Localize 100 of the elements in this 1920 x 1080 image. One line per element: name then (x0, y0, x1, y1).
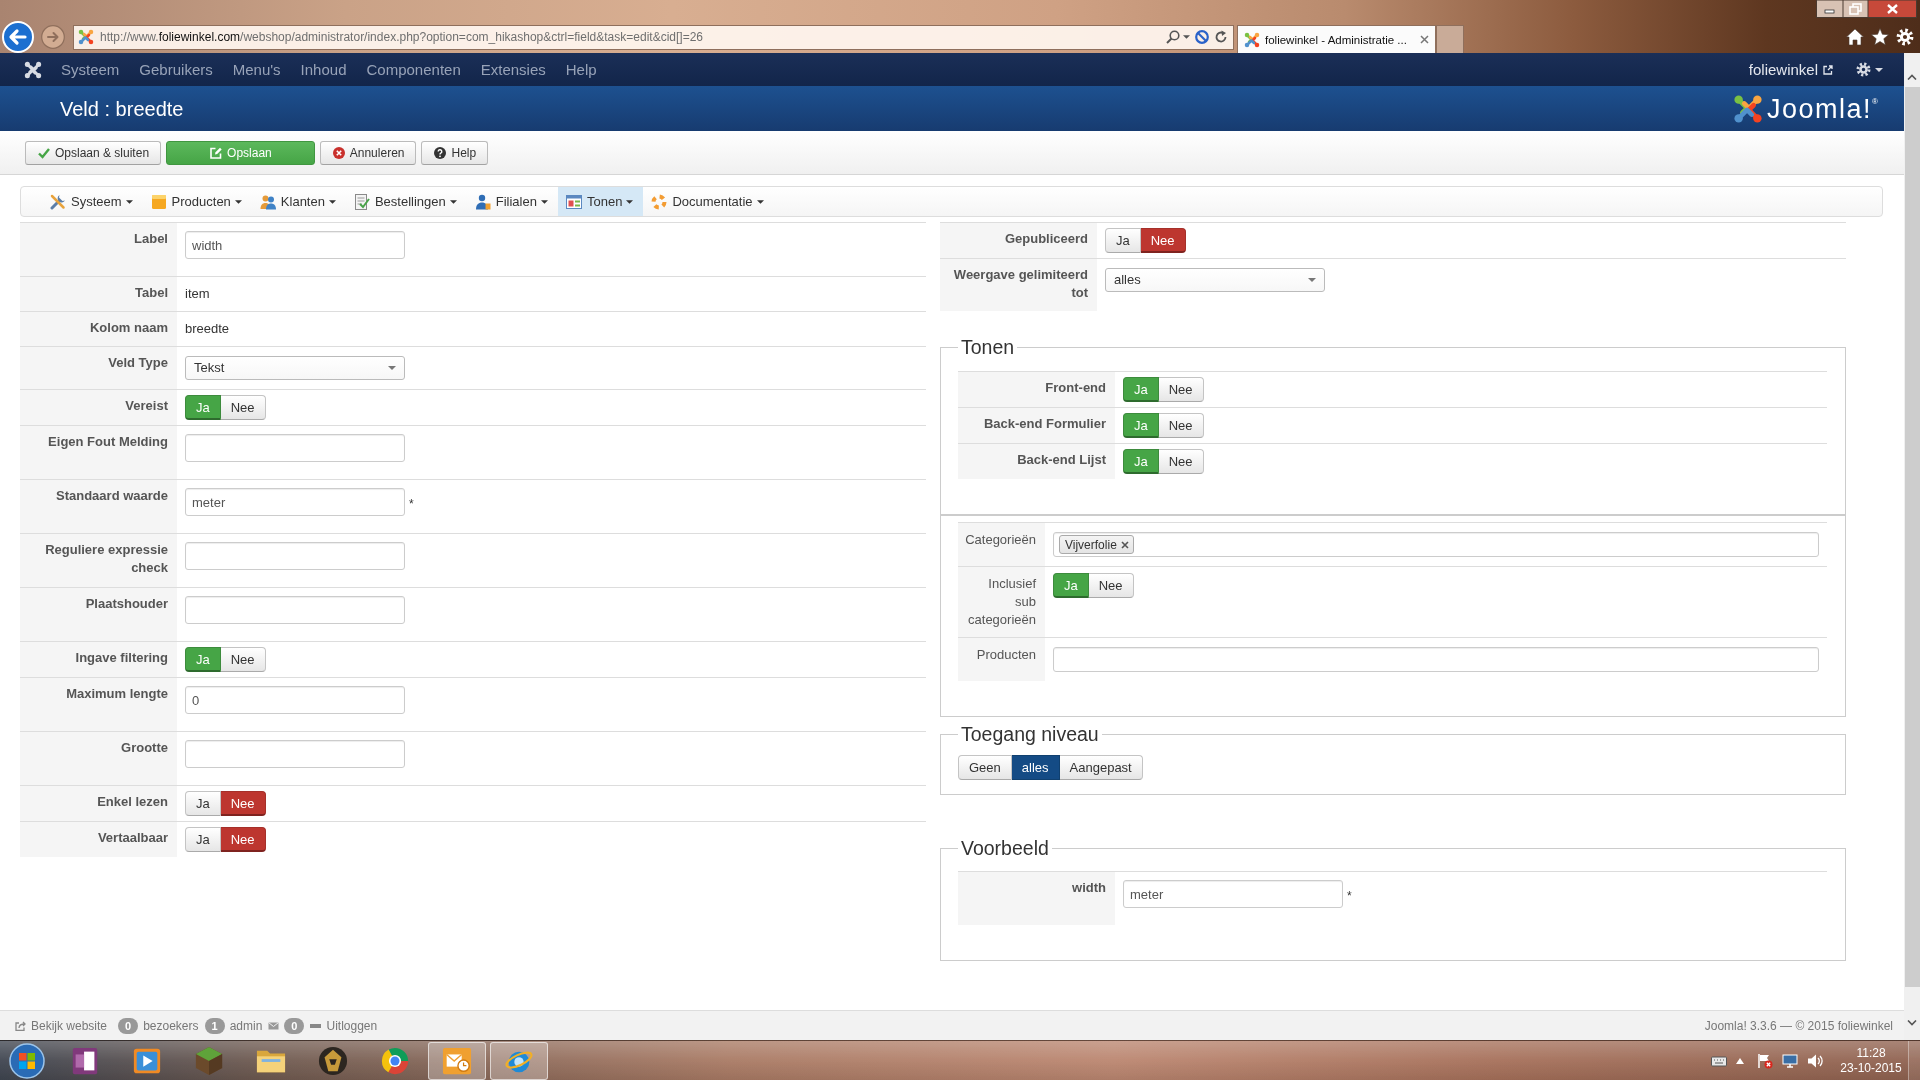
text-field[interactable]: meter (185, 488, 405, 516)
flag-icon[interactable] (1757, 1052, 1773, 1069)
field-label: Ingave filtering (75, 650, 168, 665)
text-field[interactable]: width (185, 231, 405, 259)
show-desktop-button[interactable] (1908, 1040, 1920, 1080)
minimize-icon[interactable] (1816, 0, 1843, 18)
text-field[interactable]: meter (1123, 880, 1343, 908)
tools-icon (50, 193, 66, 210)
count-badge: 0 (118, 1017, 139, 1034)
toggle-button[interactable]: Aangepast (1059, 755, 1143, 780)
text-field[interactable]: 0 (185, 686, 405, 714)
caret-icon (125, 199, 133, 204)
menu-item[interactable]: Systeem (51, 53, 130, 86)
site-favicon-icon (1244, 31, 1260, 48)
search-icon[interactable] (1166, 30, 1180, 44)
submenu-item[interactable]: Documentatie (643, 187, 774, 216)
tag-field[interactable]: Vijverfolie (1053, 532, 1819, 557)
browser-tab[interactable]: foliewinkel - Administratie ... (1237, 25, 1436, 53)
toggle-button[interactable]: Nee (220, 647, 266, 672)
pinwheel-logo-icon (24, 60, 42, 79)
caret-icon (234, 199, 242, 204)
field-label: Tabel (135, 285, 168, 300)
clock-time: 11:28 (1856, 1045, 1886, 1061)
section-title: Voorbeeld (960, 837, 1050, 859)
toggle-button[interactable]: alles (1011, 755, 1060, 780)
submenu-item[interactable]: Filialen (466, 187, 558, 216)
submenu-item[interactable]: Tonen (557, 187, 644, 216)
required-mark: * (409, 496, 414, 513)
logout-link[interactable]: Uitloggen (326, 1016, 378, 1035)
person-icon (474, 193, 491, 210)
submenu-item[interactable]: Systeem (42, 187, 143, 216)
address-bar[interactable]: http://www.foliewinkel.com/webshop/administrator/index.php?option=com_hikashop&ctrl=field&task=edit&cid[]=26 (73, 24, 1234, 50)
caret-icon (1875, 67, 1883, 72)
field-label: Weergave gelimiteerd tot (953, 267, 1088, 300)
menu-item[interactable]: Extensies (470, 53, 556, 86)
toggle-button[interactable]: Nee (1158, 413, 1204, 438)
section-title: Tonen (960, 336, 1016, 358)
check-icon (38, 146, 50, 159)
menu-item[interactable]: Menu's (222, 53, 291, 86)
speaker-icon[interactable] (1807, 1052, 1823, 1069)
toggle-button[interactable]: Ja (185, 791, 221, 816)
menu-item[interactable]: Inhoud (290, 53, 357, 86)
chevron-down-icon[interactable] (1907, 1020, 1917, 1026)
menu-item[interactable]: Gebruikers (129, 53, 223, 86)
field-label: width (1072, 880, 1106, 895)
submenu-item[interactable]: Producten (142, 187, 252, 216)
url-text: http://www.foliewinkel.com/webshop/administrator/index.php?option=com_hikashop&ctrl=field&task=edit&cid[]=26 (100, 29, 703, 46)
menu-item[interactable]: Componenten (356, 53, 471, 86)
dropdown-field[interactable]: Tekst (185, 356, 405, 380)
field-label: Standaard waarde (56, 488, 168, 503)
field-value: item (185, 285, 210, 303)
caret-icon (540, 199, 548, 204)
text-field[interactable] (1053, 647, 1819, 672)
logo-text: Joomla!$^{®}$ (1767, 93, 1878, 124)
save-close-button[interactable]: Opslaan & sluiten (25, 140, 162, 165)
box-icon (150, 193, 167, 210)
field-label: Back-end Formulier (983, 416, 1106, 431)
cancel-icon (332, 146, 345, 159)
stop-icon[interactable] (1195, 30, 1209, 44)
home-icon[interactable] (1846, 28, 1864, 46)
settings-icon[interactable] (1856, 62, 1871, 77)
submenu-item[interactable]: Bestellingen (345, 187, 467, 216)
back-icon[interactable] (2, 21, 34, 53)
view-site-link[interactable]: Bekijk website (31, 1016, 108, 1035)
toggle-button[interactable]: Nee (1158, 449, 1204, 474)
required-mark: * (1347, 888, 1352, 905)
field-label: Kolom naam (90, 320, 168, 335)
dropdown-field[interactable]: alles (1105, 268, 1325, 292)
site-link[interactable]: foliewinkel (1748, 60, 1833, 79)
field-value: breedte (185, 320, 230, 338)
cancel-button[interactable]: Annuleren (319, 140, 417, 165)
emblem-app-icon (318, 1045, 348, 1076)
menu-item[interactable]: Help (555, 53, 607, 86)
help-button[interactable]: Help (421, 140, 489, 165)
refresh-icon[interactable] (1214, 30, 1228, 44)
toggle-button[interactable]: Nee (220, 827, 266, 852)
start-orb-icon[interactable] (9, 1042, 45, 1079)
caret-icon (449, 199, 457, 204)
field-label: Vertaalbaar (97, 830, 168, 845)
monitor-icon[interactable] (1782, 1052, 1798, 1069)
submenu-item[interactable]: Klanten (251, 187, 346, 216)
toggle-button[interactable]: Ja (185, 827, 221, 852)
star-icon[interactable] (1871, 28, 1889, 46)
remove-icon[interactable] (1120, 540, 1129, 549)
caret-icon (1308, 278, 1316, 282)
edit-icon (210, 146, 223, 159)
text-field[interactable] (185, 740, 405, 768)
text-field[interactable] (185, 542, 405, 570)
text-field[interactable] (185, 596, 405, 624)
restore-icon[interactable] (1843, 0, 1868, 18)
close-icon[interactable] (1868, 0, 1917, 18)
caret-icon (328, 199, 336, 204)
chevron-up-icon[interactable] (1907, 74, 1917, 80)
chevron-up-icon[interactable] (1736, 1057, 1744, 1064)
field-label: Back-end Lijst (1017, 452, 1106, 467)
text-field[interactable] (185, 434, 405, 462)
toggle-button[interactable]: Nee (220, 791, 266, 816)
toggle-button[interactable]: Nee (1140, 228, 1186, 253)
field-label: Veld Type (108, 355, 168, 370)
pinwheel-logo-icon (1733, 93, 1764, 124)
